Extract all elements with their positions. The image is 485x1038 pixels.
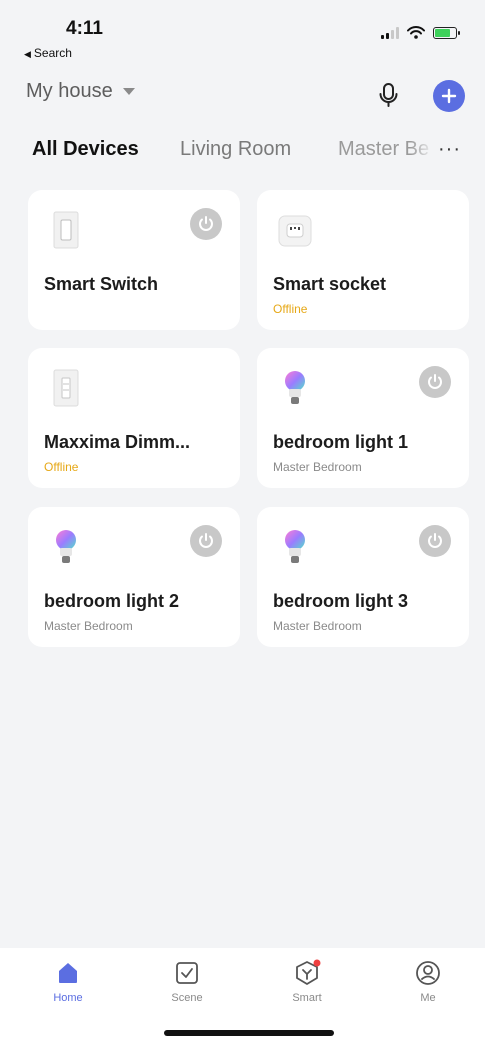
battery-icon	[433, 26, 460, 39]
offline-status: Offline	[273, 302, 308, 316]
nav-label: Scene	[171, 992, 203, 1004]
offline-status: Offline	[44, 460, 79, 474]
dimmer-icon	[53, 369, 79, 407]
tab-living-room[interactable]: Living Room	[180, 138, 291, 161]
back-to-search-link[interactable]: ◀ Search	[24, 46, 72, 60]
smart-icon	[296, 959, 321, 985]
system-icons	[381, 26, 460, 39]
home-icon	[59, 963, 77, 983]
device-card-bedroom-light-1[interactable]: bedroom light 1 Master Bedroom	[257, 348, 469, 488]
device-card-maxxima-dimmer[interactable]: Maxxima Dimm... Offline	[28, 348, 240, 488]
power-icon	[199, 216, 213, 231]
device-room: Master Bedroom	[273, 619, 362, 633]
power-button[interactable]	[190, 208, 222, 240]
scene-icon	[176, 962, 198, 984]
nav-label: Me	[420, 992, 436, 1004]
device-name: bedroom light 2	[44, 591, 179, 611]
tab-all-devices[interactable]: All Devices	[32, 138, 139, 161]
back-label: Search	[33, 46, 72, 60]
device-card-smart-socket[interactable]: Smart socket Offline	[257, 190, 469, 330]
device-name: bedroom light 1	[273, 432, 408, 452]
device-name: Smart socket	[273, 274, 387, 294]
device-name: bedroom light 3	[273, 591, 408, 611]
bottom-navigation: Home Scene Smart Me	[0, 948, 485, 1038]
power-button[interactable]	[419, 525, 451, 557]
nav-scene[interactable]: Scene	[147, 958, 227, 1004]
wifi-icon	[407, 26, 425, 39]
device-card-smart-switch[interactable]: Smart Switch	[28, 190, 240, 330]
add-device-button[interactable]	[433, 80, 465, 112]
power-icon	[428, 374, 442, 389]
power-button[interactable]	[190, 525, 222, 557]
microphone-icon[interactable]	[374, 80, 404, 110]
device-card-bedroom-light-2[interactable]: bedroom light 2 Master Bedroom	[28, 507, 240, 647]
more-tabs-button[interactable]: ···	[438, 138, 461, 161]
bulb-icon	[285, 371, 305, 404]
device-name: Maxxima Dimm...	[44, 432, 191, 452]
power-icon	[428, 533, 442, 548]
power-icon	[199, 533, 213, 548]
nav-smart[interactable]: Smart	[267, 958, 347, 1004]
nav-label: Home	[53, 992, 83, 1004]
cellular-signal-icon	[381, 26, 399, 39]
power-button[interactable]	[419, 366, 451, 398]
device-name: Smart Switch	[44, 274, 159, 294]
status-time: 4:11	[66, 18, 103, 39]
socket-icon	[278, 215, 312, 247]
status-bar: 4:11 ◀ Search	[0, 0, 485, 70]
plus-icon	[441, 88, 457, 104]
nav-me[interactable]: Me	[388, 958, 468, 1004]
bulb-icon	[285, 530, 305, 563]
back-arrow-icon: ◀	[24, 49, 31, 59]
home-name: My house	[26, 80, 113, 102]
device-room: Master Bedroom	[273, 460, 362, 474]
switch-icon	[53, 211, 79, 249]
profile-icon	[416, 961, 440, 985]
tab-fade	[410, 138, 434, 168]
room-tabs: All Devices Living Room Master Be ···	[0, 138, 485, 168]
nav-label: Smart	[292, 992, 322, 1004]
nav-home[interactable]: Home	[28, 958, 108, 1004]
dropdown-caret-icon	[122, 88, 135, 95]
home-indicator	[164, 1030, 334, 1036]
home-selector[interactable]: My house	[26, 80, 135, 103]
device-card-bedroom-light-3[interactable]: bedroom light 3 Master Bedroom	[257, 507, 469, 647]
device-room: Master Bedroom	[44, 619, 133, 633]
bulb-icon	[56, 530, 76, 563]
